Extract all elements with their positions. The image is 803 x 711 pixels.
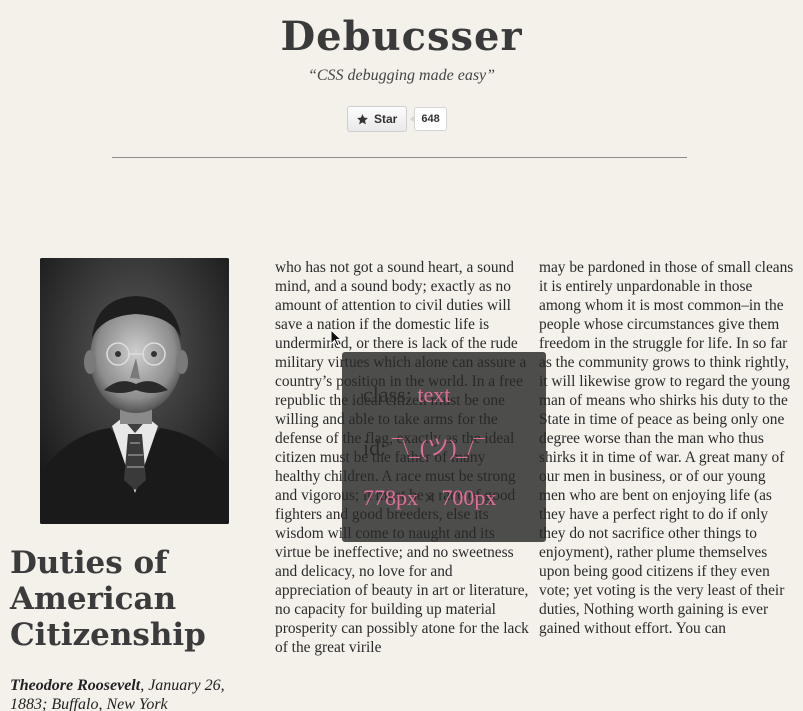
star-button[interactable]: Star <box>347 106 408 132</box>
header-divider <box>112 157 687 158</box>
star-icon <box>357 113 368 124</box>
article-title: Duties of American Citizenship <box>10 545 206 653</box>
article-byline: Theodore Roosevelt, January 26, 1883; Bu… <box>10 676 260 711</box>
debug-id-row: id: ¯\_(ツ)_/¯ <box>363 435 485 461</box>
author-name: Theodore Roosevelt <box>10 677 141 694</box>
debug-id-label: id: <box>363 435 387 460</box>
debug-height-value: 700px <box>441 485 497 510</box>
mouse-cursor-icon <box>330 329 342 347</box>
debug-class-row: class: text <box>363 382 450 408</box>
debug-dimensions-row: 778px × 700px <box>363 485 496 511</box>
author-portrait <box>40 258 229 524</box>
star-count[interactable]: 648 <box>410 107 447 131</box>
site-title: Debucsser <box>280 13 523 60</box>
debug-times-sign: × <box>423 485 436 510</box>
article-column-2: may be pardoned in those of small cleans… <box>539 259 794 637</box>
github-star-widget: Star 648 <box>347 106 447 132</box>
debug-class-value: text <box>417 382 451 407</box>
debug-width-value: 778px <box>363 485 418 510</box>
debug-id-value: ¯\_(ツ)_/¯ <box>391 435 485 460</box>
debug-class-label: class: <box>363 382 412 407</box>
star-label: Star <box>374 112 398 126</box>
site-tagline: “CSS debugging made easy” <box>307 67 496 84</box>
